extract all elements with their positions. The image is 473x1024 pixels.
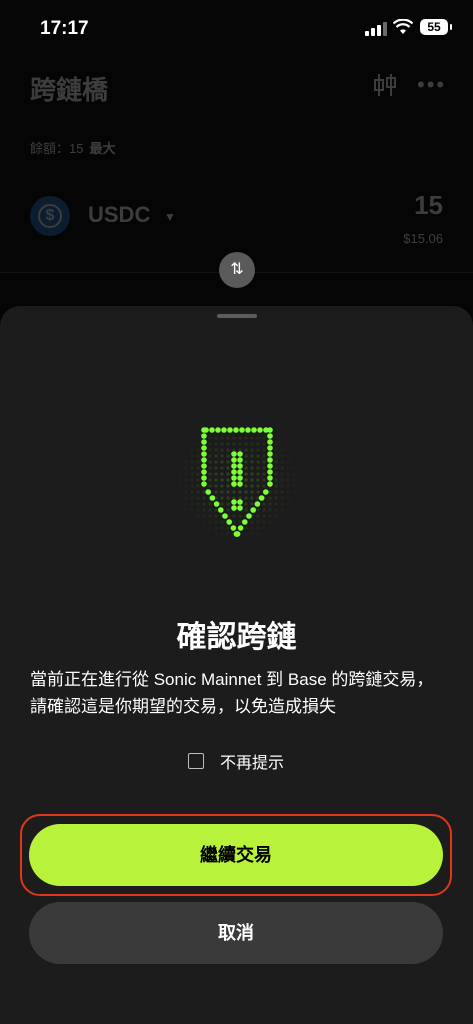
continue-button[interactable]: 繼續交易 (29, 824, 443, 886)
dont-show-again-option[interactable]: 不再提示 (188, 750, 284, 772)
sheet-title: 確認跨鏈 (176, 621, 297, 654)
shield-warning-icon (170, 416, 304, 546)
settings-sliders-icon[interactable] (373, 72, 397, 98)
balance-row: 餘額：15 最大 (30, 138, 115, 157)
page-title: 跨鏈橋 (30, 75, 109, 105)
battery-icon: 55 (420, 19, 452, 35)
usdc-logo-glyph: $ (38, 204, 62, 228)
chevron-down-icon[interactable]: ▼ (164, 210, 176, 224)
signal-icon (365, 22, 387, 36)
dont-show-checkbox[interactable] (188, 753, 204, 769)
status-bar: 17:17 55 (0, 0, 473, 56)
dont-show-label: 不再提示 (220, 755, 285, 772)
usdc-logo: $ (30, 196, 70, 236)
sheet-description: 當前正在進行從 Sonic Mainnet 到 Base 的跨鏈交易，請確認這是… (30, 670, 434, 716)
swap-arrows-icon[interactable]: ⇅ (219, 252, 255, 288)
status-time: 17:17 (40, 18, 89, 39)
wifi-icon (393, 19, 413, 34)
more-icon[interactable]: ••• (417, 74, 446, 96)
cancel-button[interactable]: 取消 (29, 902, 443, 964)
amount-value: 15 (414, 190, 443, 220)
token-selector[interactable]: USDC (88, 202, 150, 228)
usd-value: $15.06 (403, 231, 443, 246)
balance-label: 餘額：15 (30, 141, 84, 156)
max-button[interactable]: 最大 (89, 141, 115, 156)
confirm-bottom-sheet: 確認跨鏈 當前正在進行從 Sonic Mainnet 到 Base 的跨鏈交易，… (0, 306, 473, 1024)
sheet-handle[interactable] (217, 314, 257, 318)
